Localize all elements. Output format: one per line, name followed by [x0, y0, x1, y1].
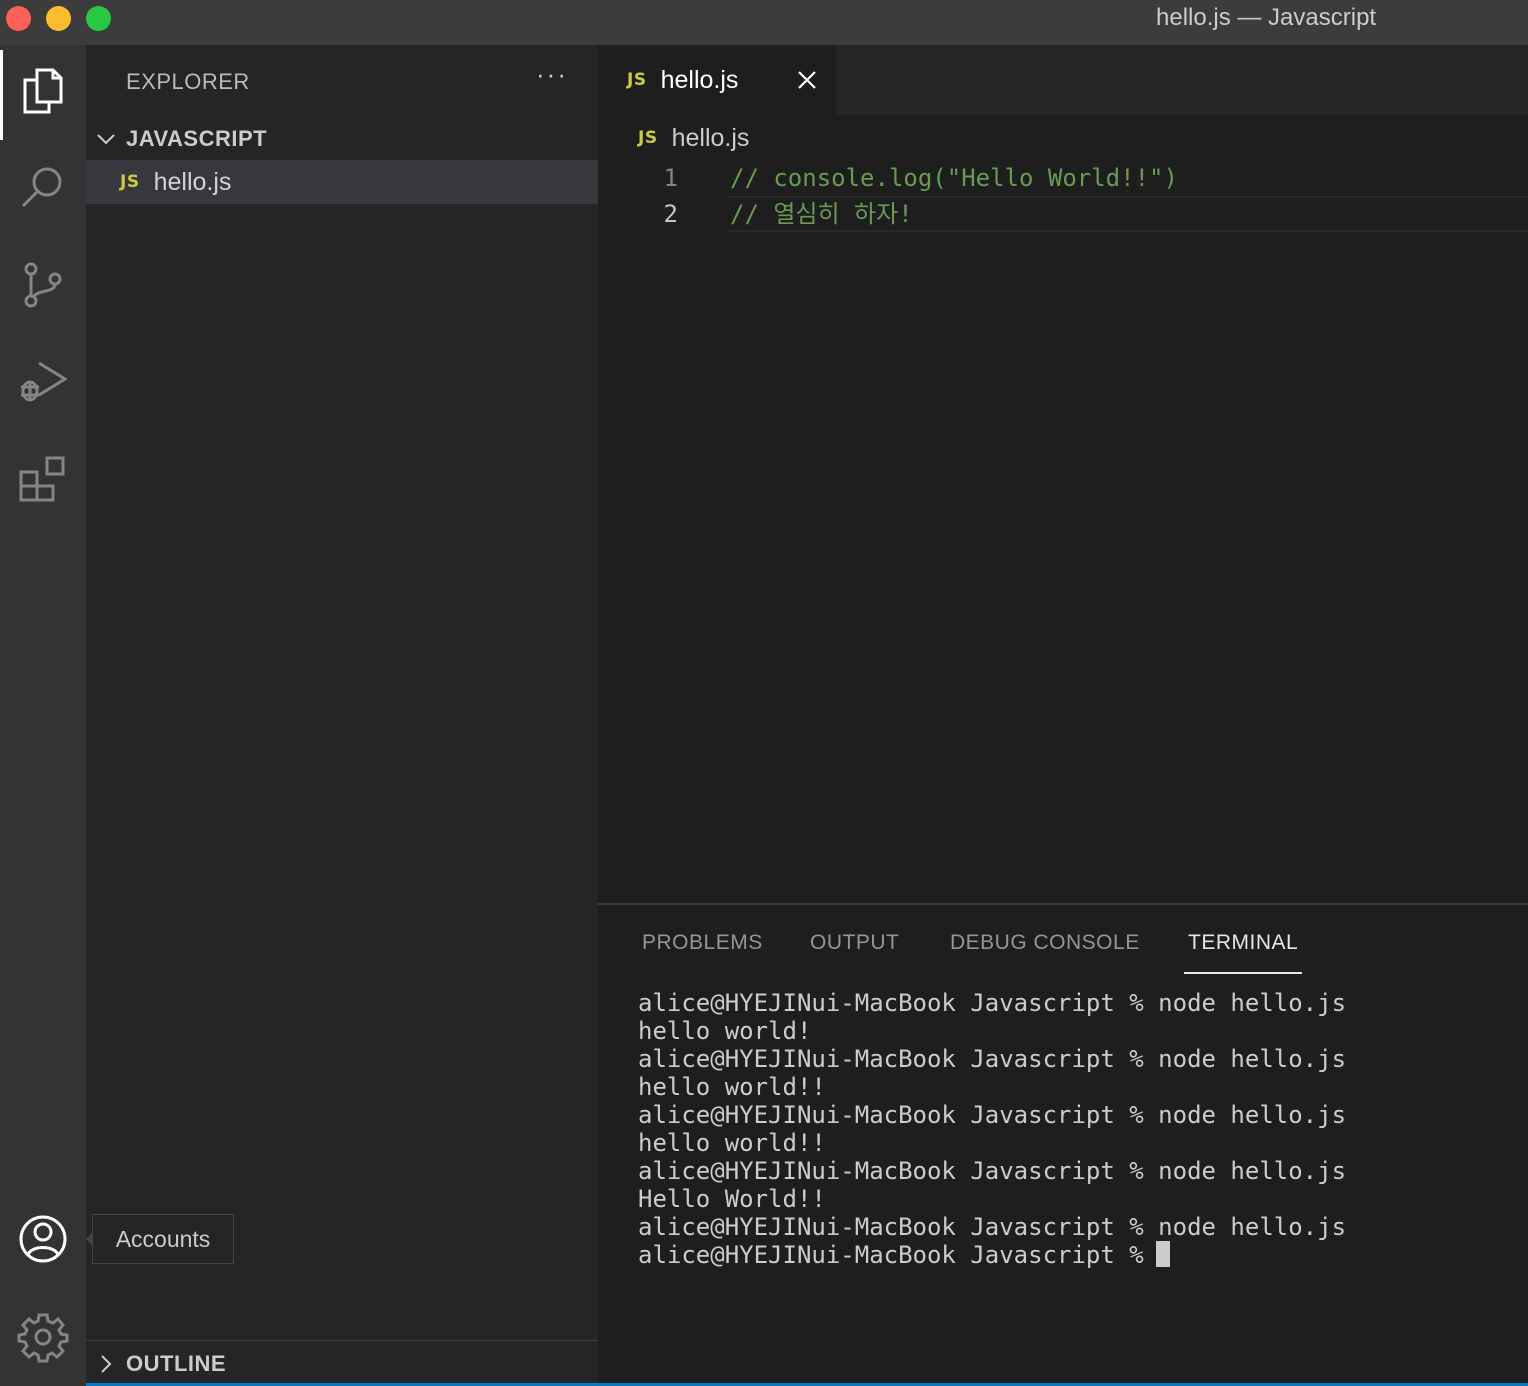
window-title: hello.js — Javascript — [1156, 4, 1377, 31]
terminal-output[interactable]: alice@HYEJINui-MacBook Javascript % node… — [638, 989, 1346, 1269]
js-file-icon: JS — [627, 70, 647, 90]
manage-activity[interactable] — [0, 1297, 86, 1377]
line-number: 1 — [663, 164, 678, 192]
terminal-cursor — [1155, 1241, 1170, 1267]
extensions-activity[interactable] — [0, 438, 86, 518]
terminal-prompt: alice@HYEJINui-MacBook Javascript % — [638, 1241, 1144, 1269]
accounts-tooltip: Accounts — [92, 1214, 234, 1264]
folder-section-header[interactable]: JAVASCRIPT — [86, 117, 598, 161]
code-text: // 열심히 하자! — [730, 200, 913, 228]
zoom-window-button[interactable] — [86, 6, 111, 31]
search-icon — [21, 167, 62, 208]
breadcrumb[interactable]: JS hello.js — [598, 115, 1528, 161]
chevron-down-icon — [86, 117, 126, 161]
extensions-icon — [19, 456, 65, 502]
editor-tab-strip: JS hello.js — [598, 45, 1528, 115]
tab-problems[interactable]: PROBLEMS — [642, 931, 763, 955]
title-bar: hello.js — Javascript — [0, 0, 1528, 45]
folder-name: JAVASCRIPT — [126, 126, 268, 151]
breadcrumb-file[interactable]: hello.js — [672, 124, 750, 153]
run-debug-activity[interactable] — [0, 341, 86, 421]
account-icon — [19, 1215, 67, 1263]
gear-icon — [17, 1313, 69, 1363]
outline-section-header[interactable]: OUTLINE — [86, 1340, 598, 1386]
code-line: 1 // console.log("Hello World!!") — [598, 160, 1528, 196]
terminal-line: alice@HYEJINui-MacBook Javascript % node… — [638, 1157, 1347, 1185]
code-editor[interactable]: 1 // console.log("Hello World!!") 2 // 열… — [598, 160, 1528, 232]
terminal-line: hello world!! — [638, 1129, 826, 1157]
line-number: 2 — [663, 200, 678, 228]
source-control-activity[interactable] — [0, 245, 86, 325]
activity-bar — [0, 45, 86, 1386]
terminal-line: alice@HYEJINui-MacBook Javascript % node… — [638, 1213, 1347, 1241]
terminal-line: alice@HYEJINui-MacBook Javascript % node… — [638, 1045, 1347, 1073]
chevron-right-icon — [86, 1342, 126, 1386]
tab-terminal[interactable]: TERMINAL — [1188, 931, 1298, 955]
files-icon — [23, 68, 63, 114]
active-tab-underline — [1184, 972, 1302, 974]
bottom-panel: PROBLEMS OUTPUT DEBUG CONSOLE TERMINAL a… — [598, 903, 1528, 1386]
terminal-line: hello world! — [638, 1017, 812, 1045]
terminal-line: Hello World!! — [638, 1185, 826, 1213]
minimize-window-button[interactable] — [46, 6, 71, 31]
tab-label: hello.js — [660, 65, 739, 94]
close-window-button[interactable] — [6, 6, 31, 31]
js-file-icon: JS — [638, 128, 658, 148]
active-indicator — [0, 50, 3, 140]
explorer-title: EXPLORER — [126, 69, 250, 94]
code-text: // console.log("Hello World!!") — [730, 164, 1178, 192]
run-debug-icon — [21, 361, 68, 402]
source-control-icon — [24, 262, 62, 308]
outline-label: OUTLINE — [126, 1350, 227, 1376]
terminal-line: alice@HYEJINui-MacBook Javascript % node… — [638, 989, 1347, 1017]
terminal-line: alice@HYEJINui-MacBook Javascript % node… — [638, 1101, 1347, 1129]
close-icon[interactable] — [796, 69, 818, 91]
tab-hello-js[interactable]: JS hello.js — [598, 45, 836, 115]
terminal-line: hello world!! — [638, 1073, 826, 1101]
code-line-current: 2 // 열심히 하자! — [598, 196, 1528, 232]
terminal-prompt-line: alice@HYEJINui-MacBook Javascript % — [638, 1241, 1346, 1269]
tab-debug-console[interactable]: DEBUG CONSOLE — [950, 931, 1140, 955]
file-item-hello-js[interactable]: JS hello.js — [86, 160, 598, 204]
accounts-activity[interactable] — [0, 1199, 86, 1279]
js-file-icon: JS — [120, 172, 140, 192]
explorer-sidebar: EXPLORER ··· JAVASCRIPT JS hello.js OUTL… — [86, 45, 598, 1386]
file-name: hello.js — [153, 167, 232, 196]
explorer-activity[interactable] — [0, 50, 86, 130]
search-activity[interactable] — [0, 148, 86, 228]
tab-output[interactable]: OUTPUT — [810, 931, 899, 955]
more-actions-button[interactable]: ··· — [536, 59, 568, 90]
